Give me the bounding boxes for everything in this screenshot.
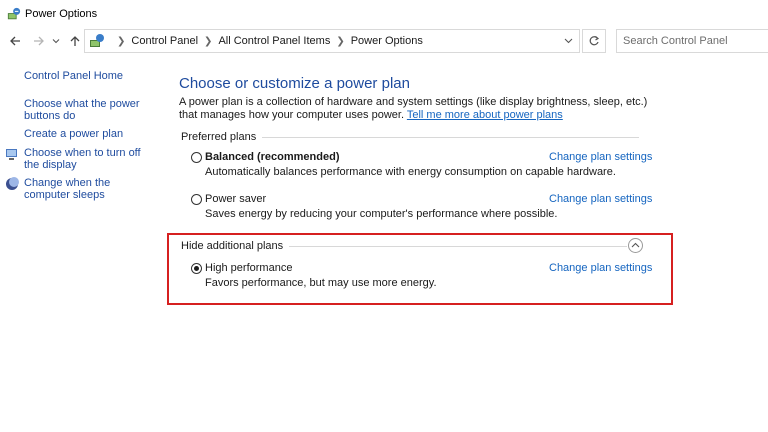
- change-plan-settings-power-saver[interactable]: Change plan settings: [549, 193, 652, 205]
- arrow-right-icon: [34, 36, 44, 46]
- arrow-up-icon: [70, 36, 80, 46]
- chevron-right-icon: ❯: [117, 35, 126, 47]
- sidebar-link-display-off[interactable]: Choose when to turn off the display: [24, 147, 148, 171]
- radio-balanced[interactable]: [191, 152, 202, 163]
- sidebar-link-sleep[interactable]: Change when the computer sleeps: [24, 177, 150, 201]
- address-bar: ❯ Control Panel ❯ All Control Panel Item…: [0, 28, 768, 54]
- breadcrumb-power-options[interactable]: Power Options: [351, 35, 423, 47]
- sidebar-link-home[interactable]: Control Panel Home: [24, 70, 123, 82]
- page-description: A power plan is a collection of hardware…: [179, 96, 649, 122]
- chevron-right-icon[interactable]: ❯: [336, 36, 344, 47]
- moon-icon: [6, 177, 19, 190]
- section-divider: [262, 136, 639, 138]
- sidebar-link-create-plan[interactable]: Create a power plan: [24, 128, 123, 140]
- tell-me-more-link[interactable]: Tell me more about power plans: [407, 109, 563, 121]
- breadcrumb-all-items[interactable]: All Control Panel Items: [218, 35, 330, 47]
- forward-button[interactable]: [30, 32, 48, 50]
- address-dropdown-button[interactable]: [556, 29, 580, 51]
- recent-locations-button[interactable]: [50, 32, 62, 50]
- monitor-icon: [6, 149, 17, 160]
- plan-desc-balanced: Automatically balances performance with …: [205, 166, 616, 178]
- search-input[interactable]: [616, 29, 768, 53]
- plan-name-power-saver[interactable]: Power saver: [205, 193, 266, 205]
- address-box[interactable]: ❯ Control Panel ❯ All Control Panel Item…: [84, 29, 580, 53]
- change-plan-settings-balanced[interactable]: Change plan settings: [549, 151, 652, 163]
- power-options-icon: [7, 7, 21, 19]
- radio-power-saver[interactable]: [191, 194, 202, 205]
- chevron-down-icon: [564, 38, 572, 43]
- preferred-plans-header: Preferred plans: [181, 130, 639, 144]
- refresh-icon: [589, 36, 600, 46]
- refresh-button[interactable]: [582, 29, 606, 53]
- window-title: Power Options: [25, 7, 98, 20]
- arrow-left-icon: [10, 36, 20, 46]
- highlight-box: [167, 233, 673, 305]
- breadcrumb-control-panel[interactable]: Control Panel: [131, 35, 198, 47]
- chevron-down-icon: [52, 39, 60, 44]
- plan-desc-power-saver: Saves energy by reducing your computer's…: [205, 208, 558, 220]
- plan-name-balanced[interactable]: Balanced (recommended): [205, 151, 339, 163]
- preferred-plans-label: Preferred plans: [181, 131, 257, 143]
- page-title: Choose or customize a power plan: [179, 75, 410, 92]
- control-panel-icon: [90, 34, 104, 47]
- up-button[interactable]: [66, 32, 84, 50]
- chevron-right-icon[interactable]: ❯: [204, 36, 212, 47]
- back-button[interactable]: [6, 32, 24, 50]
- sidebar-link-power-buttons[interactable]: Choose what the power buttons do: [24, 98, 144, 122]
- title-bar: Power Options: [0, 0, 768, 27]
